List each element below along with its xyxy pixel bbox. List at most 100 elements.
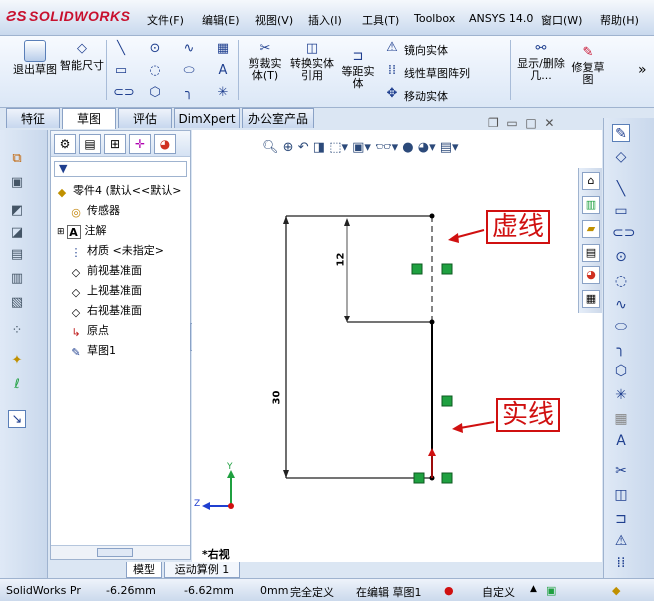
tile-window-icon[interactable]: ▭ (506, 116, 517, 130)
sweep-icon[interactable]: ◪ (8, 224, 26, 242)
horizontal-scrollbar[interactable] (51, 545, 190, 559)
relation-marker[interactable] (411, 263, 423, 275)
sketch-canvas[interactable] (192, 130, 602, 562)
fillet-icon[interactable]: ╮ (181, 86, 197, 100)
graphics-area[interactable]: 🔍︎ ⊕ ↶ ◨ ⬚▾ ▣▾ 👓︎▾ ● ◕▾ ▤▾ ❐ ▭ □ ✕ 12 30… (192, 116, 602, 562)
repair-sketch-button[interactable]: ✎ 修复草图 (570, 46, 606, 86)
circle-icon[interactable]: ⊙ (612, 248, 630, 266)
smart-dimension-icon[interactable]: ◇ (612, 148, 630, 166)
rectangle-icon[interactable]: ▭ (612, 202, 630, 220)
revolve-icon[interactable]: ◩ (8, 202, 26, 220)
move-entities-button[interactable]: 移动实体 (404, 88, 448, 104)
pattern-icon[interactable]: ⁘ (8, 322, 26, 340)
status-units[interactable]: 自定义 (482, 584, 515, 600)
tree-item-origin[interactable]: ↳ 原点 (69, 322, 109, 340)
slot-icon[interactable]: ⊂⊃ (612, 224, 635, 242)
tree-item-annotations[interactable]: ⊞ A 注解 (57, 222, 107, 240)
trim-icon[interactable]: ✂ (612, 462, 630, 480)
display-delete-relations-button[interactable]: ⚯ 显示/删除几... (516, 42, 566, 82)
line-icon[interactable]: ╲ (113, 42, 129, 56)
menu-help[interactable]: 帮助(H) (600, 12, 639, 28)
menu-file[interactable]: 文件(F) (147, 12, 184, 28)
grid-icon[interactable]: ▦ (215, 42, 231, 56)
fillet-icon[interactable]: ╮ (612, 340, 630, 358)
rebuild-icon[interactable]: ● (444, 584, 454, 597)
convert-entities-button[interactable]: ◫ 转换实体引用 (290, 42, 334, 82)
menu-window[interactable]: 窗口(W) (541, 12, 582, 28)
quick-tips-icon[interactable]: ▣ (546, 584, 556, 597)
smart-dimension-button[interactable]: ◇ 智能尺寸 (60, 40, 104, 72)
tree-item-part[interactable]: ◆ 零件4 (默认<<默认> (55, 182, 182, 200)
configuration-tab-icon[interactable]: ⊞ (104, 134, 126, 154)
convert-icon[interactable]: ◫ (612, 486, 630, 504)
menu-tools[interactable]: 工具(T) (362, 12, 399, 28)
tree-item-right-plane[interactable]: ◇ 右视基准面 (69, 302, 142, 320)
boundary-icon[interactable]: ▧ (8, 294, 26, 312)
folder-icon[interactable]: ▰ (582, 220, 600, 238)
mirror-entities-button[interactable]: 镜向实体 (404, 42, 448, 58)
tab-dimxpert[interactable]: DimXpert (174, 108, 240, 128)
filter-box[interactable]: ▼ (54, 161, 187, 177)
ellipse-icon[interactable]: ⬭ (612, 318, 630, 336)
circle-icon[interactable]: ⊙ (147, 42, 163, 56)
resources-icon[interactable]: ▥ (582, 196, 600, 214)
text-icon[interactable]: A (215, 64, 231, 78)
restore-window-icon[interactable]: ❐ (488, 116, 499, 130)
custom-properties-icon[interactable]: ▦ (582, 290, 600, 308)
feature-tree-tab-icon[interactable]: ⚙ (54, 134, 76, 154)
sketch-endpoint[interactable] (429, 213, 435, 219)
point-icon[interactable]: ✳ (215, 86, 231, 100)
tab-office-products[interactable]: 办公室产品 (242, 108, 314, 128)
relation-marker[interactable] (441, 395, 453, 407)
tree-item-material[interactable]: ⋮ 材质 <未指定> (69, 242, 164, 260)
help-tag-icon[interactable]: ◆ (612, 584, 620, 597)
grid-icon[interactable]: ▦ (612, 410, 630, 428)
tree-item-front-plane[interactable]: ◇ 前视基准面 (69, 262, 142, 280)
units-dropdown-icon[interactable]: ▲ (530, 584, 537, 594)
linear-pattern-icon[interactable]: ⁞⁞ (612, 554, 630, 572)
polygon-icon[interactable]: ⬡ (147, 86, 163, 100)
tab-motion-study[interactable]: 运动算例 1 (164, 562, 240, 578)
tab-model[interactable]: 模型 (126, 562, 162, 578)
menu-edit[interactable]: 编辑(E) (202, 12, 240, 28)
rectangle-icon[interactable]: ▭ (113, 64, 129, 78)
curve-icon[interactable]: ℓ (8, 376, 26, 394)
reference-icon[interactable]: ✦ (8, 352, 26, 370)
slot-icon[interactable]: ⊂⊃ (113, 86, 135, 100)
instant3d-icon[interactable]: ↘ (8, 410, 26, 428)
spline-icon[interactable]: ∿ (612, 296, 630, 314)
close-window-icon[interactable]: ✕ (544, 116, 554, 130)
solidworks-logo[interactable]: ƧS SOLIDWORKS (6, 8, 130, 25)
offset-entities-button[interactable]: ⊐ 等距实体 (338, 50, 378, 90)
relation-marker[interactable] (441, 472, 453, 484)
feature-icon[interactable]: ⧉ (8, 150, 26, 168)
dimxpert-tab-icon[interactable]: ✛ (129, 134, 151, 154)
menu-ansys[interactable]: ANSYS 14.0 (469, 12, 533, 25)
tab-features[interactable]: 特征 (6, 108, 60, 128)
tree-item-sensors[interactable]: ◎ 传感器 (69, 202, 120, 220)
appearances-icon[interactable]: ◕ (582, 266, 600, 284)
ribbon-more-chevron-icon[interactable]: » (638, 62, 647, 78)
extrude-icon[interactable]: ▣ (8, 174, 26, 192)
offset-icon[interactable]: ⊐ (612, 510, 630, 528)
scrollbar-thumb[interactable] (97, 548, 133, 557)
shell-icon[interactable]: ▥ (8, 270, 26, 288)
menu-view[interactable]: 视图(V) (255, 12, 293, 28)
tab-sketch[interactable]: 草图 (62, 108, 116, 129)
home-icon[interactable]: ⌂ (582, 172, 600, 190)
dimension-30-label[interactable]: 30 (271, 391, 282, 405)
line-icon[interactable]: ╲ (612, 180, 630, 198)
tab-evaluate[interactable]: 评估 (118, 108, 172, 128)
relation-marker[interactable] (441, 263, 453, 275)
sketch-icon[interactable]: ✎ (612, 124, 630, 142)
arc-icon[interactable]: ◌ (147, 64, 163, 78)
menu-toolbox[interactable]: Toolbox (414, 12, 455, 25)
spline-icon[interactable]: ∿ (181, 42, 197, 56)
polygon-icon[interactable]: ⬡ (612, 362, 630, 380)
sketch-endpoint[interactable] (429, 319, 435, 325)
linear-pattern-button[interactable]: 线性草图阵列 (404, 65, 470, 81)
expand-icon[interactable]: ⊞ (57, 227, 65, 237)
display-manager-tab-icon[interactable]: ◕ (154, 134, 176, 154)
ellipse-icon[interactable]: ⬭ (181, 64, 197, 78)
exit-sketch-button[interactable]: 退出草图 (12, 40, 58, 76)
